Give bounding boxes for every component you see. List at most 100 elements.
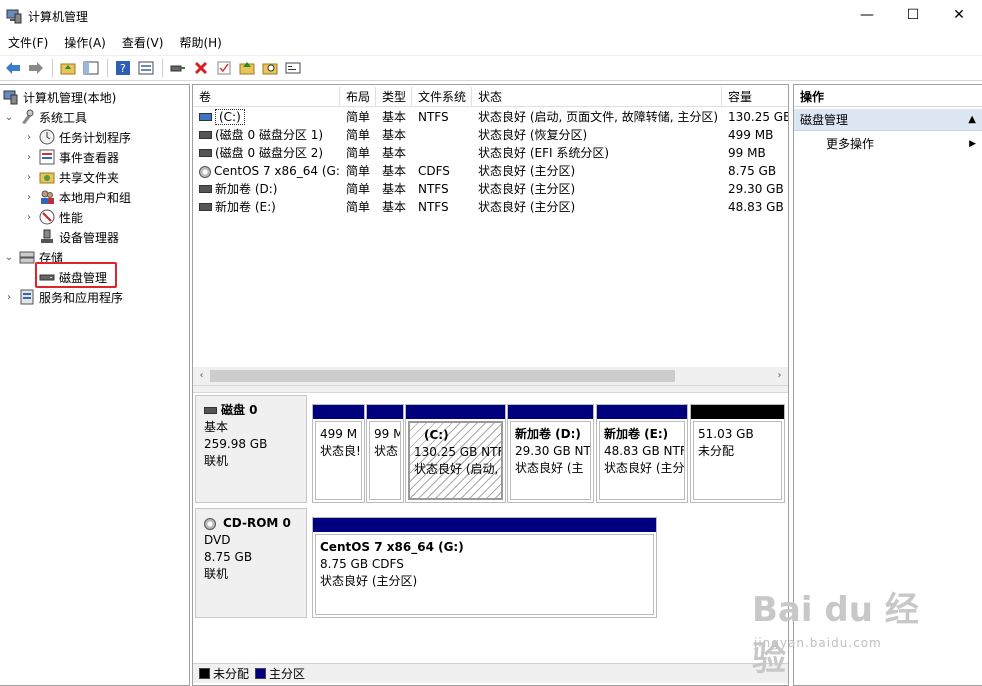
disk-status: 联机 [204, 567, 229, 581]
menu-help[interactable]: 帮助(H) [171, 32, 229, 54]
chevron-right-icon[interactable]: › [23, 192, 35, 203]
volume-filesystem: CDFS [418, 164, 450, 178]
tree-item-shared-folders[interactable]: › 共享文件夹 [23, 167, 119, 187]
partition-status: 状态 [374, 444, 399, 458]
partition-size: 8.75 GB CDFS [320, 557, 404, 571]
chevron-right-icon[interactable]: › [3, 292, 15, 303]
volume-capacity: 29.30 GB [728, 182, 784, 196]
chevron-right-icon[interactable]: › [23, 172, 35, 183]
table-row[interactable]: (C:) 简单 基本 NTFS 状态良好 (启动, 页面文件, 故障转储, 主分… [193, 108, 788, 126]
partition-c[interactable]: (C:) 130.25 GB NTF 状态良好 (启动, ; [405, 404, 506, 503]
volume-type: 基本 [382, 128, 407, 142]
partition-e[interactable]: 新加卷 (E:) 48.83 GB NTF 状态良好 (主分 [596, 404, 688, 503]
legend-swatch-unallocated [199, 668, 210, 679]
event-viewer-icon [39, 149, 55, 165]
check-icon[interactable] [213, 57, 235, 79]
partition-recovery[interactable]: 499 M 状态良! [312, 404, 365, 503]
chevron-right-icon[interactable]: › [23, 132, 35, 143]
chevron-down-icon[interactable]: ⌄ [3, 252, 15, 263]
chevron-right-icon[interactable]: › [23, 212, 35, 223]
actions-section-disk-management[interactable]: 磁盘管理 ▲ [794, 109, 982, 131]
pane-splitter[interactable] [193, 385, 788, 393]
highlight-annotation [35, 262, 117, 288]
table-row[interactable]: (磁盘 0 磁盘分区 1) 简单 基本 状态良好 (恢复分区) 499 MB [193, 126, 788, 144]
collapse-up-icon[interactable]: ▲ [968, 109, 976, 131]
show-hide-tree-icon[interactable] [80, 57, 102, 79]
partition-size: 499 M [320, 427, 358, 441]
actions-section-label: 磁盘管理 [800, 113, 849, 127]
tree-item-event-viewer[interactable]: › 事件查看器 [23, 147, 119, 167]
table-row[interactable]: 新加卷 (E:) 简单 基本 NTFS 状态良好 (主分区) 48.83 GB [193, 198, 788, 216]
tree-label: 本地用户和组 [59, 190, 132, 205]
disk-name: CD-ROM 0 [223, 516, 291, 530]
svg-text:?: ? [120, 62, 126, 75]
column-header-volume[interactable]: 卷 [193, 87, 340, 107]
menu-view[interactable]: 查看(V) [114, 32, 172, 54]
partition-d[interactable]: 新加卷 (D:) 29.30 GB NT 状态良好 (主 [507, 404, 594, 503]
up-folder-icon[interactable] [57, 57, 79, 79]
close-button[interactable]: ✕ [936, 0, 982, 30]
partition-g[interactable]: CentOS 7 x86_64 (G:) 8.75 GB CDFS 状态良好 (主分… [312, 517, 657, 618]
tree-label: 共享文件夹 [59, 170, 120, 185]
back-arrow-icon[interactable] [2, 57, 24, 79]
column-header-capacity[interactable]: 容量 [722, 87, 788, 107]
console-icon[interactable] [282, 57, 304, 79]
tree-item-system-tools[interactable]: ⌄ 系统工具 [3, 107, 87, 127]
column-header-filesystem[interactable]: 文件系统 [412, 87, 472, 107]
table-row[interactable]: (磁盘 0 磁盘分区 2) 简单 基本 状态良好 (EFI 系统分区) 99 M… [193, 144, 788, 162]
import-icon[interactable] [236, 57, 258, 79]
tree-item-root[interactable]: 计算机管理(本地) [3, 87, 116, 107]
forward-arrow-icon[interactable] [25, 57, 47, 79]
table-row[interactable]: 新加卷 (D:) 简单 基本 NTFS 状态良好 (主分区) 29.30 GB [193, 180, 788, 198]
connect-drive-icon[interactable] [167, 57, 189, 79]
more-actions-item[interactable]: 更多操作 ▶ [826, 134, 976, 154]
volume-type: 基本 [382, 146, 407, 160]
clock-icon [39, 129, 55, 145]
partition-efi[interactable]: 99 M 状态 [366, 404, 404, 503]
scrollbar-thumb[interactable] [210, 370, 675, 382]
partition-status: 状态良! [320, 444, 361, 458]
legend-unallocated: 未分配 [213, 667, 250, 681]
disk-0-info[interactable]: 磁盘 0 基本 259.98 GB 联机 [195, 395, 307, 503]
scroll-left-icon[interactable]: ‹ [193, 367, 210, 385]
tree-item-local-users[interactable]: › 本地用户和组 [23, 187, 131, 207]
help-icon[interactable]: ? [112, 57, 134, 79]
menu-file[interactable]: 文件(F) [0, 32, 56, 54]
column-header-status[interactable]: 状态 [472, 87, 722, 107]
menu-action[interactable]: 操作(A) [56, 32, 114, 54]
column-header-type[interactable]: 类型 [376, 87, 412, 107]
tree-label: 事件查看器 [59, 150, 120, 165]
tree-item-services[interactable]: › 服务和应用程序 [3, 287, 123, 307]
maximize-button[interactable]: ☐ [890, 0, 936, 30]
minimize-button[interactable]: — [844, 0, 890, 30]
volume-status: 状态良好 (主分区) [478, 200, 576, 214]
chevron-down-icon[interactable]: ⌄ [3, 112, 15, 123]
tree-label: 设备管理器 [59, 230, 120, 245]
cdrom-0-info[interactable]: CD-ROM 0 DVD 8.75 GB 联机 [195, 508, 307, 618]
properties-icon[interactable] [135, 57, 157, 79]
search-icon[interactable] [259, 57, 281, 79]
column-header-layout[interactable]: 布局 [340, 87, 376, 107]
volume-layout: 简单 [346, 200, 371, 214]
tree-item-device-manager[interactable]: 设备管理器 [39, 227, 119, 247]
volume-capacity: 499 MB [728, 128, 774, 142]
tree-item-performance[interactable]: › 性能 [23, 207, 83, 227]
tree-label: 系统工具 [39, 110, 88, 125]
scroll-right-icon[interactable]: › [771, 367, 788, 385]
horizontal-scrollbar[interactable]: ‹ › [193, 367, 788, 385]
partition-size: 51.03 GB [698, 427, 754, 441]
volume-capacity: 99 MB [728, 146, 766, 160]
volume-filesystem: NTFS [418, 182, 449, 196]
delete-icon[interactable] [190, 57, 212, 79]
watermark-url: jingyan.baidu.com [754, 636, 882, 650]
toolbar: ? [0, 55, 982, 81]
partition-unallocated[interactable]: 51.03 GB 未分配 [690, 404, 785, 503]
partition-size: 48.83 GB NTF [604, 444, 685, 458]
disk-icon [204, 407, 217, 414]
volume-filesystem: NTFS [418, 200, 449, 214]
volume-type: 基本 [382, 182, 407, 196]
volume-status: 状态良好 (恢复分区) [478, 128, 588, 142]
tree-item-task-scheduler[interactable]: › 任务计划程序 [23, 127, 131, 147]
table-row[interactable]: CentOS 7 x86_64 (G:) 简单 基本 CDFS 状态良好 (主分… [193, 162, 788, 180]
chevron-right-icon[interactable]: › [23, 152, 35, 163]
